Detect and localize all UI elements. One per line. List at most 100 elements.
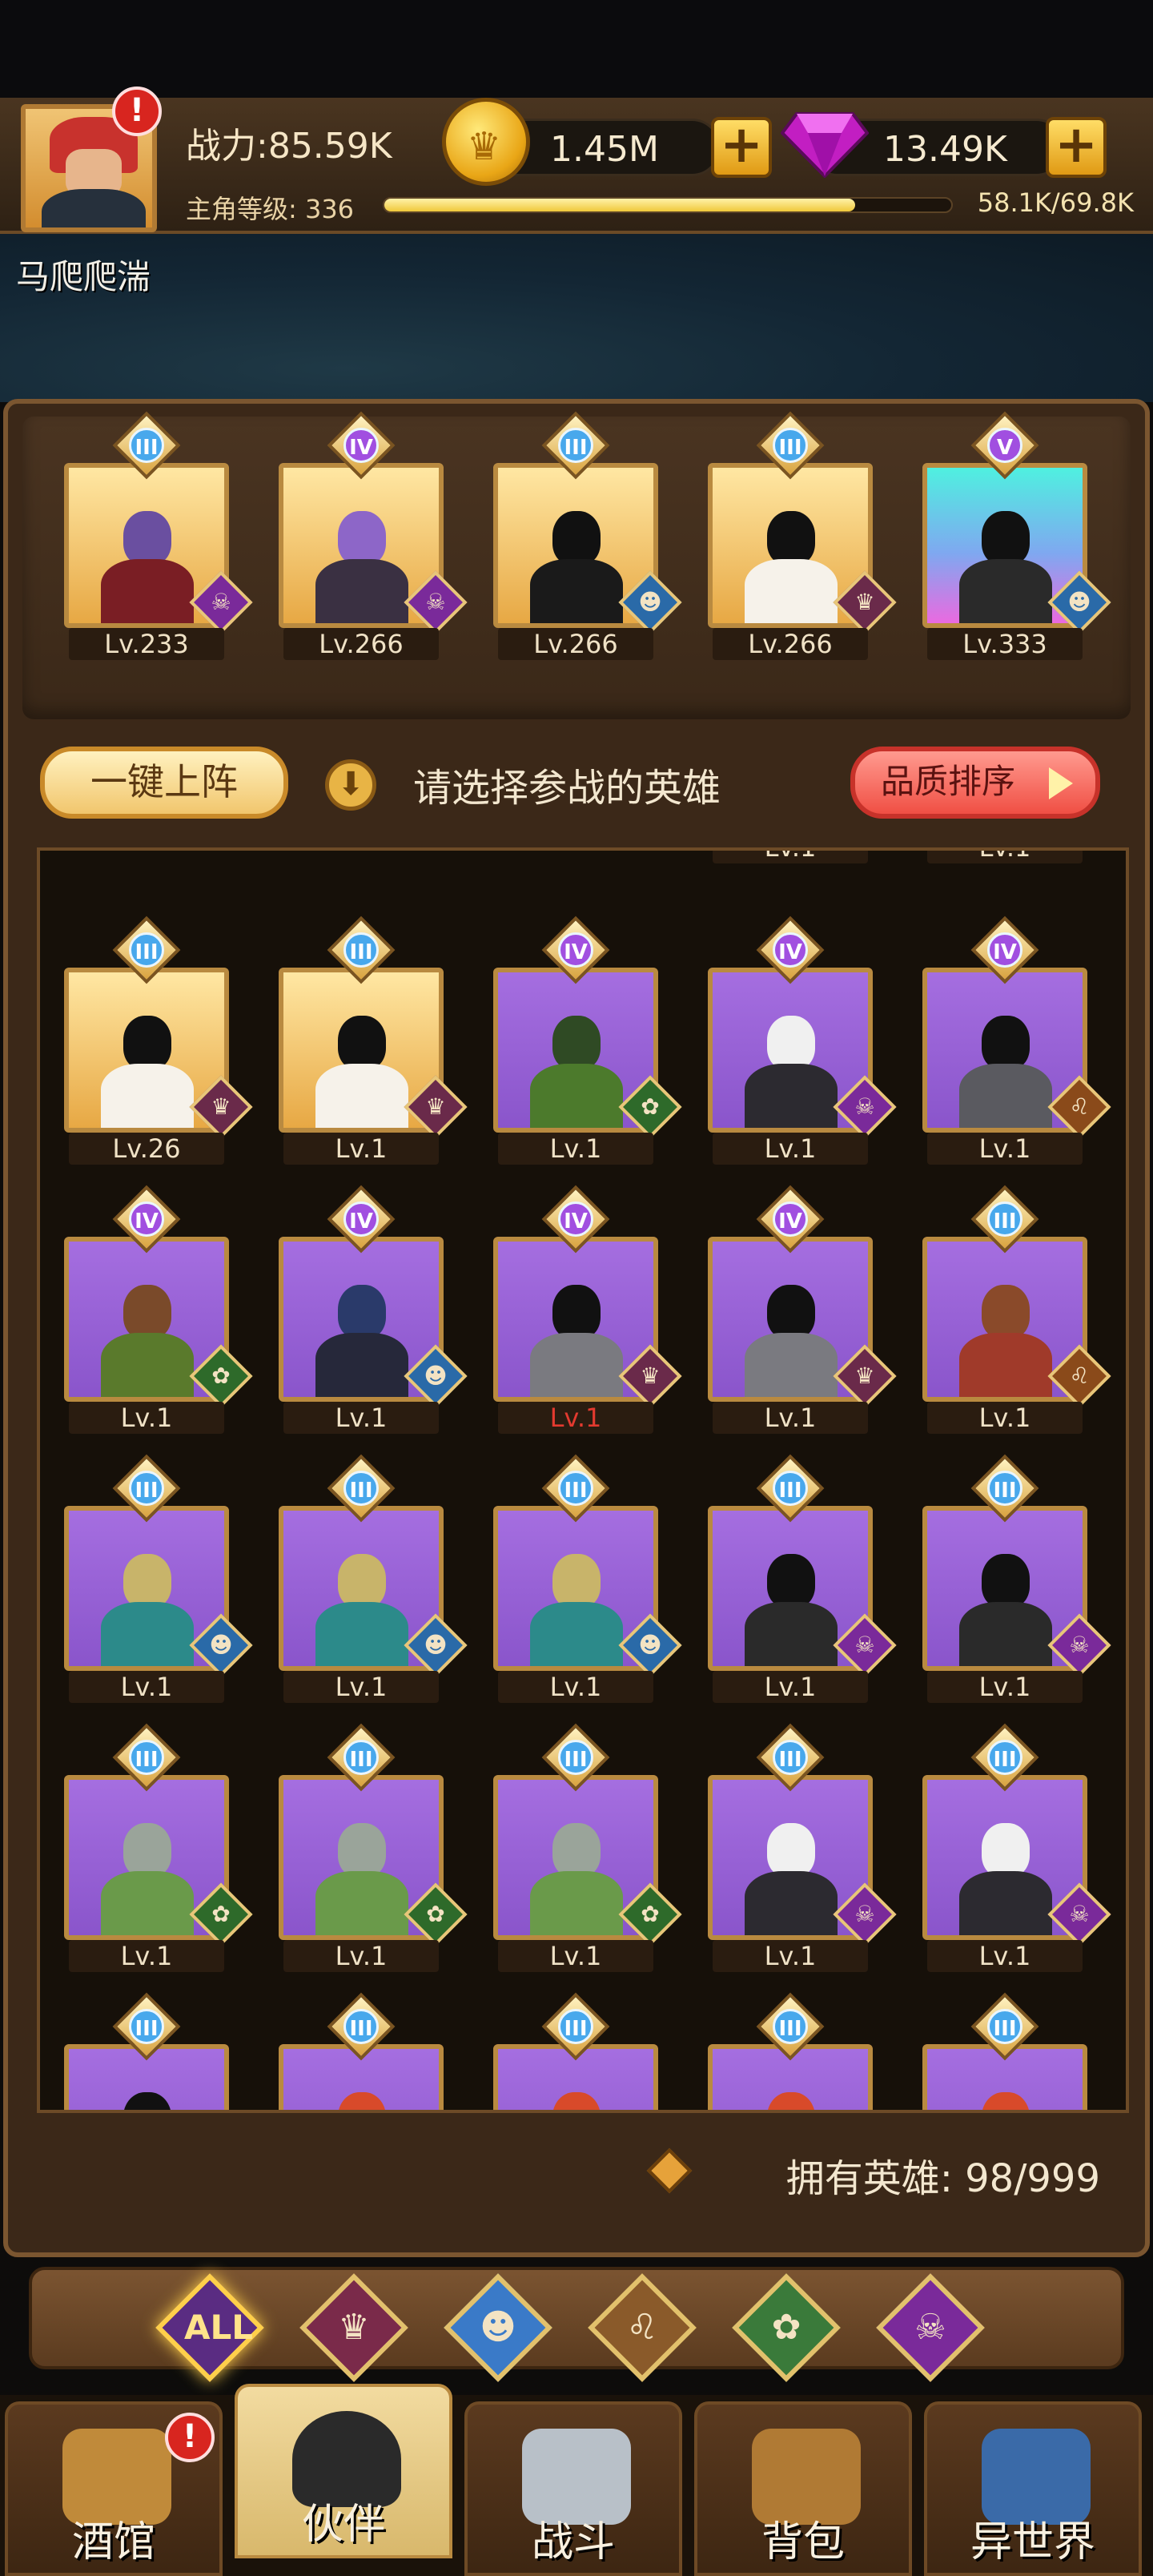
faction-human-icon: ♛ bbox=[189, 1075, 253, 1139]
rank-badge: IV bbox=[321, 411, 401, 487]
gem-icon bbox=[781, 112, 869, 178]
gem-value: 13.49K bbox=[883, 129, 1007, 170]
faction-symbol: ♛ bbox=[211, 1093, 231, 1120]
hero-level: Lv.1 bbox=[927, 1940, 1083, 1972]
hero-body bbox=[959, 1602, 1052, 1666]
gold-coin-icon: ♛ bbox=[442, 98, 530, 186]
rank-numeral: III bbox=[558, 1740, 593, 1775]
filter-all-button[interactable]: ALL bbox=[154, 2272, 266, 2384]
hero-portrait bbox=[951, 1815, 1060, 1935]
faction-symbol: ✿ bbox=[426, 1901, 445, 1927]
rank-badge: III bbox=[321, 1723, 401, 1799]
faction-elf-icon: ☻ bbox=[404, 1344, 468, 1408]
rank-numeral: III bbox=[129, 428, 164, 463]
faction-symbol: ♛ bbox=[425, 1093, 446, 1120]
faction-beast-icon: ✿ bbox=[189, 1344, 253, 1408]
rank-numeral: III bbox=[129, 2009, 164, 2044]
hero-level: Lv.266 bbox=[498, 628, 653, 660]
faction-symbol: ☻ bbox=[209, 1632, 233, 1658]
nav-tab-backpack[interactable]: 背包 bbox=[694, 2401, 912, 2576]
rank-badge: III bbox=[106, 411, 187, 487]
filter-symbol: ☻ bbox=[480, 2307, 516, 2348]
hero-portrait bbox=[951, 1277, 1060, 1397]
nav-label: 伙伴 bbox=[301, 2501, 385, 2549]
rank-numeral: IV bbox=[773, 1201, 808, 1237]
hero-portrait bbox=[522, 1277, 631, 1397]
hero-head bbox=[552, 2092, 601, 2110]
rank-badge: III bbox=[536, 1992, 616, 2068]
hero-level: Lv.1 bbox=[713, 1133, 868, 1165]
hero-level: Lv.1 bbox=[69, 1671, 224, 1703]
hero-portrait bbox=[522, 2084, 631, 2110]
rank-numeral: IV bbox=[343, 1201, 379, 1237]
faction-lion-icon: ♌ bbox=[1047, 1075, 1111, 1139]
hero-head bbox=[123, 1285, 171, 1339]
hero-head bbox=[767, 511, 815, 566]
nav-tab-partners[interactable]: 伙伴 bbox=[235, 2384, 452, 2558]
hero-portrait bbox=[737, 1815, 846, 1935]
hero-head bbox=[982, 511, 1030, 566]
quality-sort-button[interactable]: 品质排序 bbox=[850, 747, 1100, 819]
hero-portrait bbox=[93, 503, 202, 623]
hero-head bbox=[552, 1554, 601, 1608]
hero-level: Lv.233 bbox=[69, 628, 224, 660]
filter-lion-icon[interactable]: ♌ bbox=[586, 2272, 698, 2384]
background-scenery bbox=[0, 234, 1153, 402]
rank-badge: III bbox=[536, 411, 616, 487]
faction-demon-icon: ☠ bbox=[189, 570, 253, 634]
faction-human-icon: ♛ bbox=[833, 1344, 897, 1408]
hero-head bbox=[338, 1016, 386, 1070]
rank-numeral: III bbox=[773, 428, 808, 463]
hero-head bbox=[982, 1285, 1030, 1339]
rank-numeral: III bbox=[987, 1740, 1022, 1775]
hero-head bbox=[338, 511, 386, 566]
hero-level: Lv.266 bbox=[713, 628, 868, 660]
hero-head bbox=[982, 2092, 1030, 2110]
rank-numeral: III bbox=[558, 1471, 593, 1506]
hero-portrait bbox=[737, 503, 846, 623]
filter-elf-icon[interactable]: ☻ bbox=[442, 2272, 554, 2384]
nav-tab-battle[interactable]: 战斗 bbox=[464, 2401, 682, 2576]
faction-symbol: ✿ bbox=[641, 1901, 660, 1927]
player-name: 马爬爬湍 bbox=[16, 257, 151, 296]
auto-deploy-button[interactable]: 一键上阵 bbox=[40, 747, 288, 819]
filter-demon-icon[interactable]: ☠ bbox=[874, 2272, 986, 2384]
add-gem-button[interactable]: + bbox=[1046, 117, 1107, 178]
hero-body bbox=[315, 1871, 408, 1935]
hero-body bbox=[101, 1064, 194, 1128]
hero-level: Lv.1 bbox=[283, 1402, 439, 1434]
add-gold-button[interactable]: + bbox=[711, 117, 772, 178]
hero-grid[interactable]: III ♛ Lv.1 III ♛ Lv.1 III ♛ Lv.26 III ♛ Lv.1 IV ✿ Lv.1… bbox=[37, 847, 1129, 2113]
faction-symbol: ☻ bbox=[1067, 589, 1091, 615]
nav-tab-otherworld[interactable]: 异世界 bbox=[924, 2401, 1142, 2576]
hero-head bbox=[552, 1285, 601, 1339]
rank-badge: V bbox=[965, 411, 1045, 487]
filter-beast-icon[interactable]: ✿ bbox=[730, 2272, 842, 2384]
filter-symbol: ✿ bbox=[771, 2307, 801, 2348]
hero-portrait bbox=[737, 2084, 846, 2110]
faction-demon-icon: ☠ bbox=[833, 1882, 897, 1946]
rank-badge: III bbox=[106, 916, 187, 992]
diamond-icon bbox=[646, 2147, 693, 2194]
hero-body bbox=[315, 1333, 408, 1397]
rank-badge: III bbox=[750, 1992, 830, 2068]
rank-badge: IV bbox=[106, 1185, 187, 1261]
hero-portrait bbox=[522, 1008, 631, 1128]
hero-head bbox=[767, 1285, 815, 1339]
rank-numeral: III bbox=[773, 1740, 808, 1775]
faction-symbol: ✿ bbox=[211, 1901, 231, 1927]
faction-elf-icon: ☻ bbox=[618, 1613, 682, 1677]
avatar-body bbox=[42, 189, 146, 227]
faction-symbol: ♛ bbox=[640, 1362, 661, 1389]
faction-beast-icon: ✿ bbox=[618, 1075, 682, 1139]
hero-portrait bbox=[307, 1815, 416, 1935]
filter-human-icon[interactable]: ♛ bbox=[298, 2272, 410, 2384]
hero-head bbox=[982, 1823, 1030, 1878]
rank-badge: III bbox=[965, 1992, 1045, 2068]
rank-numeral: III bbox=[558, 428, 593, 463]
hero-body bbox=[101, 1602, 194, 1666]
hero-portrait bbox=[93, 1277, 202, 1397]
hero-level: Lv.1 bbox=[69, 1402, 224, 1434]
hero-portrait bbox=[307, 1008, 416, 1128]
faction-symbol: ✿ bbox=[641, 1093, 660, 1120]
